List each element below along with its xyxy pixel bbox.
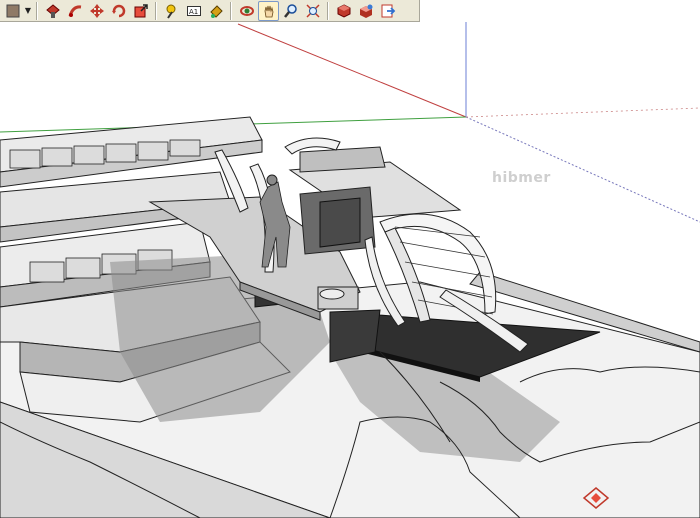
scale-button[interactable]: [130, 1, 151, 21]
eraser-tool-button[interactable]: [2, 1, 23, 21]
zoom-button[interactable]: [280, 1, 301, 21]
share-model-button[interactable]: [355, 1, 376, 21]
main-toolbar: ▼ A1: [0, 0, 420, 22]
rotate-button[interactable]: [108, 1, 129, 21]
zoom-icon: [283, 3, 297, 18]
push-pull-button[interactable]: [42, 1, 63, 21]
text-tool-label: A1: [189, 8, 198, 16]
scale-icon: [134, 3, 148, 17]
get-models-button[interactable]: [333, 1, 354, 21]
text-icon: A1: [186, 5, 201, 16]
pan-hand-icon: [264, 5, 273, 17]
follow-me-button[interactable]: [64, 1, 85, 21]
toolbar-separator: [230, 1, 232, 20]
orbit-button[interactable]: [236, 1, 257, 21]
tape-measure-button[interactable]: [161, 1, 182, 21]
toolbar-separator: [36, 1, 38, 20]
tape-measure-icon: [166, 4, 175, 19]
rotate-icon: [111, 4, 125, 17]
pan-button[interactable]: [258, 0, 279, 21]
zoom-extents-icon: [305, 3, 320, 18]
terrain-model: [0, 116, 700, 518]
export-button[interactable]: [377, 1, 398, 21]
model-viewport[interactable]: [0, 22, 700, 518]
text-button[interactable]: A1: [183, 1, 204, 21]
export-icon: [381, 4, 395, 17]
orbit-icon: [239, 5, 254, 16]
move-button[interactable]: [86, 1, 107, 21]
red-axis: [237, 23, 467, 118]
watermark-text: hibmer: [492, 170, 551, 186]
toolbar-separator: [155, 1, 157, 20]
red-axis-dashed: [465, 107, 700, 118]
paint-icon: [209, 4, 223, 18]
share-model-icon: [359, 4, 372, 18]
move-icon: [89, 3, 104, 18]
toolbar-separator: [327, 1, 329, 20]
chevron-down-icon[interactable]: ▼: [24, 1, 32, 21]
logo-icon: [582, 487, 610, 509]
push-pull-icon: [45, 3, 60, 18]
follow-me-icon: [68, 4, 81, 17]
get-models-icon: [337, 3, 350, 18]
paint-button[interactable]: [205, 1, 226, 21]
material-swatch-icon: [6, 4, 19, 17]
zoom-extents-button[interactable]: [302, 1, 323, 21]
